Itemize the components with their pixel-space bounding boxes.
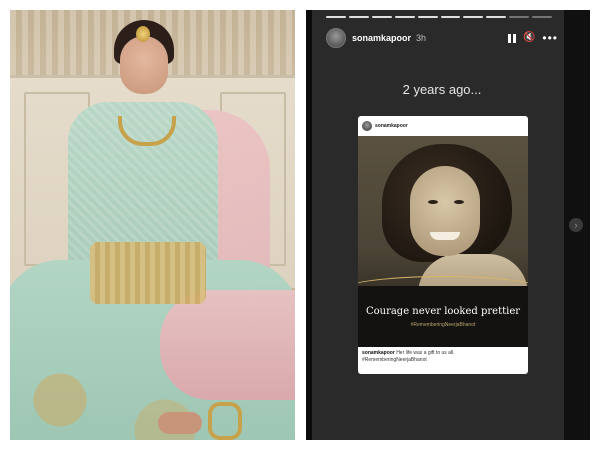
anklet bbox=[208, 402, 242, 440]
portrait-face bbox=[410, 166, 480, 256]
shared-post-card[interactable]: sonamkapoor Courage never looked prettie… bbox=[358, 116, 528, 374]
progress-segment bbox=[509, 16, 530, 18]
story-controls: 🔇 ••• bbox=[507, 32, 558, 44]
portrait-eye bbox=[428, 200, 438, 204]
progress-segment bbox=[486, 16, 507, 18]
foot bbox=[158, 412, 202, 434]
speaker-muted-icon[interactable]: 🔇 bbox=[523, 33, 535, 43]
dupatta-drape bbox=[160, 290, 295, 400]
post-avatar bbox=[362, 121, 372, 131]
embroidered-sleeve bbox=[90, 242, 206, 304]
story-frame[interactable]: sonamkapoor 3h 🔇 ••• 2 years ago... sona… bbox=[312, 10, 564, 440]
caption-username: sonamkapoor bbox=[362, 350, 395, 356]
progress-segment bbox=[440, 16, 461, 18]
image-caption: Courage never looked prettier bbox=[365, 306, 521, 317]
progress-segment bbox=[532, 16, 553, 18]
progress-segment bbox=[326, 16, 346, 18]
portrait-photo bbox=[10, 10, 295, 440]
image-hashtag: #RememberingNeerjaBhanot bbox=[410, 322, 476, 328]
portrait-smile bbox=[430, 232, 460, 240]
caption-hashtag: #RememberingNeerjaBhanot bbox=[362, 357, 427, 363]
story-username[interactable]: sonamkapoor bbox=[352, 33, 411, 43]
maang-tikka bbox=[136, 26, 150, 42]
next-story-icon[interactable]: › bbox=[569, 218, 583, 232]
more-options-icon[interactable]: ••• bbox=[542, 32, 558, 44]
progress-segment bbox=[394, 16, 415, 18]
caption-text: Her life was a gift to us all. bbox=[396, 350, 455, 356]
post-caption: sonamkapoor Her life was a gift to us al… bbox=[362, 350, 524, 364]
pause-icon[interactable] bbox=[507, 33, 516, 43]
post-username: sonamkapoor bbox=[375, 123, 408, 129]
progress-segment bbox=[417, 16, 438, 18]
progress-segment bbox=[463, 16, 484, 18]
progress-segment bbox=[371, 16, 392, 18]
portrait-eye bbox=[454, 200, 464, 204]
story-timestamp: 3h bbox=[416, 33, 427, 43]
story-progress-bar bbox=[326, 16, 553, 18]
post-header: sonamkapoor bbox=[362, 119, 408, 133]
story-header: sonamkapoor 3h 🔇 ••• bbox=[326, 26, 558, 50]
instagram-story: sonamkapoor 3h 🔇 ••• 2 years ago... sona… bbox=[306, 10, 590, 440]
post-image: Courage never looked prettier #Rememberi… bbox=[358, 136, 528, 347]
gold-arc bbox=[358, 276, 528, 307]
progress-segment bbox=[348, 16, 369, 18]
memory-label: 2 years ago... bbox=[402, 82, 482, 97]
face bbox=[120, 36, 168, 94]
avatar[interactable] bbox=[326, 28, 346, 48]
